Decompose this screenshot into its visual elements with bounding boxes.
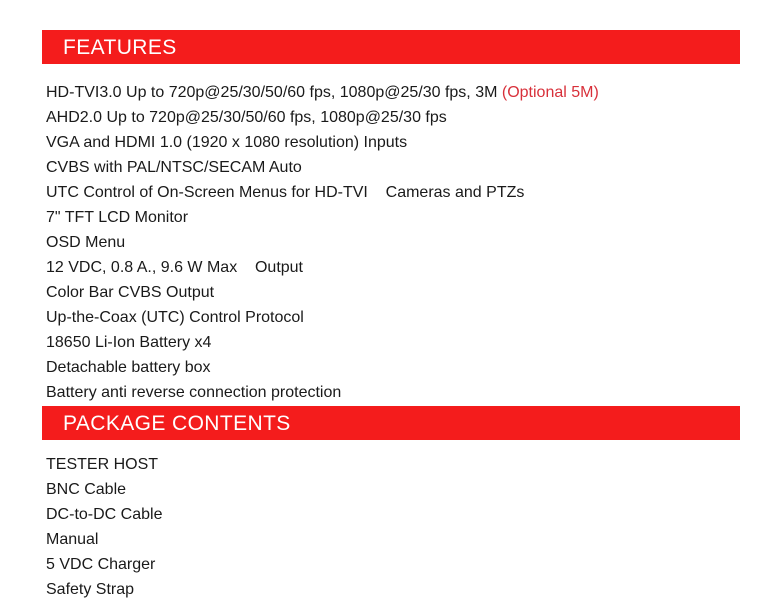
package-item-text: 5 VDC Charger xyxy=(46,556,156,573)
feature-item: HD-TVI3.0 Up to 720p@25/30/50/60 fps, 10… xyxy=(46,80,599,105)
package-item: 5 VDC Charger xyxy=(46,552,162,577)
feature-item: Battery anti reverse connection protecti… xyxy=(46,380,599,405)
package-contents-list: TESTER HOST BNC Cable DC-to-DC Cable Manual… xyxy=(46,452,162,602)
feature-item-text: Up-the-Coax (UTC) Control Protocol xyxy=(46,309,304,326)
features-list: HD-TVI3.0 Up to 720p@25/30/50/60 fps, 10… xyxy=(46,80,599,405)
section-heading-features: FEATURES xyxy=(63,35,177,59)
feature-item: 7" TFT LCD Monitor xyxy=(46,205,599,230)
section-heading-package-contents: PACKAGE CONTENTS xyxy=(63,411,291,435)
feature-item: OSD Menu xyxy=(46,230,599,255)
feature-item: 12 VDC, 0.8 A., 9.6 W Max Output xyxy=(46,255,599,280)
feature-item: 18650 Li-Ion Battery x4 xyxy=(46,330,599,355)
feature-item: Up-the-Coax (UTC) Control Protocol xyxy=(46,305,599,330)
feature-item-text: Detachable battery box xyxy=(46,359,211,376)
feature-item-text: AHD2.0 Up to 720p@25/30/50/60 fps, 1080p… xyxy=(46,109,447,126)
package-item-text: Safety Strap xyxy=(46,581,135,598)
feature-item: CVBS with PAL/NTSC/SECAM Auto xyxy=(46,155,599,180)
package-item-text: DC-to-DC Cable xyxy=(46,506,163,523)
feature-item: UTC Control of On-Screen Menus for HD-TV… xyxy=(46,180,599,205)
feature-item-text: 7" TFT LCD Monitor xyxy=(46,209,189,226)
section-banner-features: FEATURES xyxy=(42,30,740,64)
feature-item-note: (Optional 5M) xyxy=(497,84,599,101)
feature-item-text: OSD Menu xyxy=(46,234,126,251)
package-item: BNC Cable xyxy=(46,477,162,502)
package-item: DC-to-DC Cable xyxy=(46,502,162,527)
package-item-text: BNC Cable xyxy=(46,481,127,498)
feature-item-text: Color Bar CVBS Output xyxy=(46,284,215,301)
feature-item-text: HD-TVI3.0 Up to 720p@25/30/50/60 fps, 10… xyxy=(46,84,498,101)
document-page: FEATURES HD-TVI3.0 Up to 720p@25/30/50/6… xyxy=(0,0,783,598)
feature-item-text: 18650 Li-Ion Battery x4 xyxy=(46,334,212,351)
package-item: Manual xyxy=(46,527,162,552)
feature-item: AHD2.0 Up to 720p@25/30/50/60 fps, 1080p… xyxy=(46,105,599,130)
feature-item-text: 12 VDC, 0.8 A., 9.6 W Max Output xyxy=(46,259,303,276)
feature-item: Color Bar CVBS Output xyxy=(46,280,599,305)
feature-item-text: VGA and HDMI 1.0 (1920 x 1080 resolution… xyxy=(46,134,408,151)
feature-item-text: UTC Control of On-Screen Menus for HD-TV… xyxy=(46,184,525,201)
package-item: TESTER HOST xyxy=(46,452,162,477)
section-banner-package-contents: PACKAGE CONTENTS xyxy=(42,406,740,440)
feature-item-text: Battery anti reverse connection protecti… xyxy=(46,384,342,401)
feature-item: Detachable battery box xyxy=(46,355,599,380)
package-item-text: Manual xyxy=(46,531,99,548)
feature-item-text: CVBS with PAL/NTSC/SECAM Auto xyxy=(46,159,302,176)
package-item: Safety Strap xyxy=(46,577,162,602)
package-item-text: TESTER HOST xyxy=(46,456,159,473)
feature-item: VGA and HDMI 1.0 (1920 x 1080 resolution… xyxy=(46,130,599,155)
